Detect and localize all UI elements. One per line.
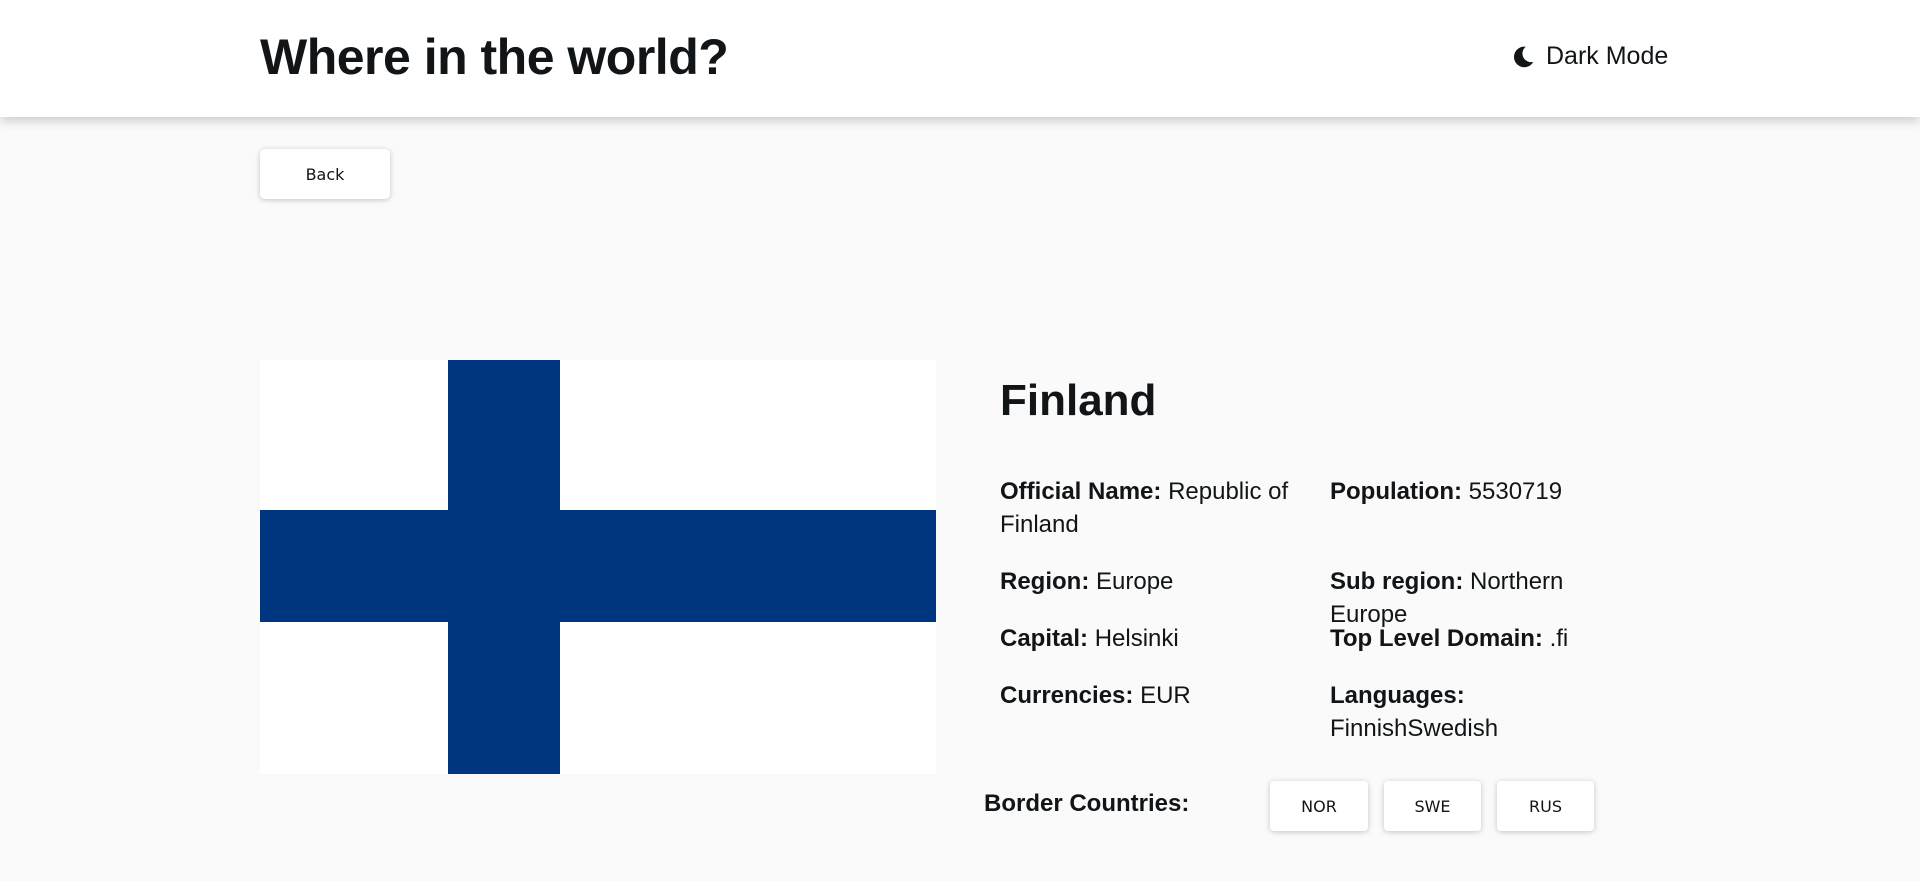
- detail-label: Currencies:: [1000, 682, 1134, 709]
- flag-cross-horizontal: [260, 510, 936, 622]
- country-flag: [260, 360, 936, 774]
- moon-icon: [1510, 44, 1536, 70]
- app-title: Where in the world?: [260, 29, 729, 85]
- detail-label: Official Name:: [1000, 478, 1162, 505]
- dark-mode-toggle[interactable]: Dark Mode: [1510, 42, 1668, 71]
- border-countries-list: NOR SWE RUS: [1270, 781, 1594, 831]
- detail-label: Sub region:: [1330, 568, 1464, 595]
- border-country-button-swe[interactable]: SWE: [1384, 781, 1481, 831]
- detail-label: Top Level Domain:: [1330, 625, 1543, 652]
- detail-capital: Capital: Helsinki: [1000, 622, 1310, 655]
- detail-languages: Languages: FinnishSwedish: [1330, 679, 1520, 745]
- detail-label: Population:: [1330, 478, 1462, 505]
- detail-value: EUR: [1140, 682, 1191, 709]
- detail-value: FinnishSwedish: [1330, 715, 1499, 742]
- detail-value: .fi: [1549, 625, 1569, 652]
- detail-label: Region:: [1000, 568, 1090, 595]
- border-countries-label: Border Countries:: [984, 790, 1190, 817]
- border-country-button-nor[interactable]: NOR: [1270, 781, 1368, 831]
- detail-value: Helsinki: [1094, 625, 1179, 652]
- dark-mode-label: Dark Mode: [1546, 42, 1669, 70]
- detail-top-level-domain: Top Level Domain: .fi: [1330, 622, 1640, 655]
- detail-currencies: Currencies: EUR: [1000, 679, 1310, 712]
- country-name: Finland: [1000, 376, 1157, 425]
- detail-population: Population: 5530719: [1330, 475, 1640, 508]
- detail-value: Europe: [1096, 568, 1174, 595]
- detail-value: 5530719: [1468, 478, 1563, 505]
- detail-label: Languages:: [1330, 682, 1465, 709]
- border-country-button-rus[interactable]: RUS: [1497, 781, 1594, 831]
- detail-region: Region: Europe: [1000, 565, 1310, 598]
- app-header: Where in the world? Dark Mode: [0, 0, 1920, 117]
- detail-label: Capital:: [1000, 625, 1089, 652]
- detail-official-name: Official Name: Republic of Finland: [1000, 475, 1310, 541]
- back-button[interactable]: Back: [260, 149, 390, 199]
